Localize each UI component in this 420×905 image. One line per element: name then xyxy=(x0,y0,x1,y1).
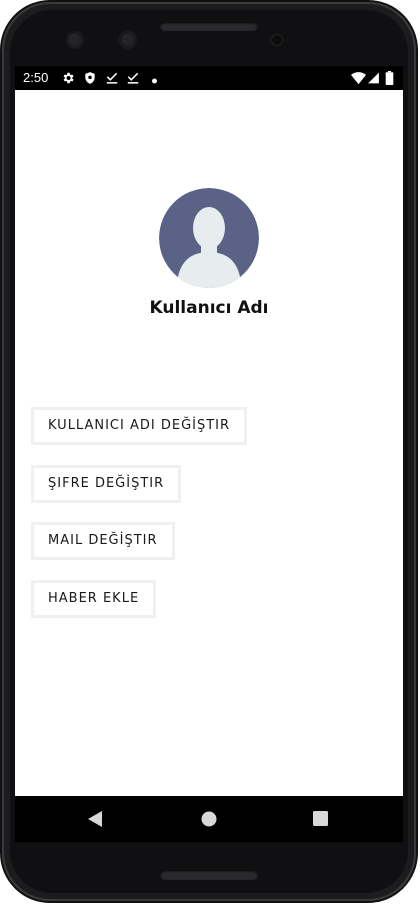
top-speaker xyxy=(160,22,258,31)
download-check-icon xyxy=(127,72,139,84)
settings-icon xyxy=(63,72,74,84)
device-frame: 2:50 Kullanıcı Adı KULLANICI ADI DEĞİŞTI… xyxy=(0,0,420,905)
shield-icon xyxy=(85,72,95,84)
app-screen: Kullanıcı Adı KULLANICI ADI DEĞİŞTIR ŞIF… xyxy=(15,90,403,796)
status-time: 2:50 xyxy=(23,70,49,85)
front-camera-icon xyxy=(66,31,84,49)
bottom-speaker xyxy=(160,870,258,880)
change-username-button[interactable]: KULLANICI ADI DEĞİŞTIR xyxy=(31,407,248,445)
username-label: Kullanıcı Adı xyxy=(149,298,269,318)
front-camera-icon xyxy=(119,31,137,49)
recents-icon[interactable] xyxy=(313,811,328,826)
signal-icon xyxy=(368,72,379,84)
default-user-avatar-icon xyxy=(159,188,259,288)
user-avatar[interactable] xyxy=(159,188,259,288)
home-icon[interactable] xyxy=(201,810,217,828)
download-check-icon xyxy=(106,72,118,84)
dot-icon xyxy=(152,78,157,84)
change-password-button[interactable]: ŞIFRE DEĞİŞTIR xyxy=(31,465,182,503)
back-icon[interactable] xyxy=(87,810,103,828)
change-mail-button[interactable]: MAIL DEĞİŞTIR xyxy=(31,522,175,560)
battery-icon xyxy=(385,71,394,85)
add-news-button[interactable]: HABER EKLE xyxy=(31,580,157,618)
status-bar: 2:50 xyxy=(15,66,403,90)
proximity-sensor xyxy=(271,34,283,46)
wifi-icon xyxy=(351,72,366,85)
navigation-bar xyxy=(15,796,403,842)
